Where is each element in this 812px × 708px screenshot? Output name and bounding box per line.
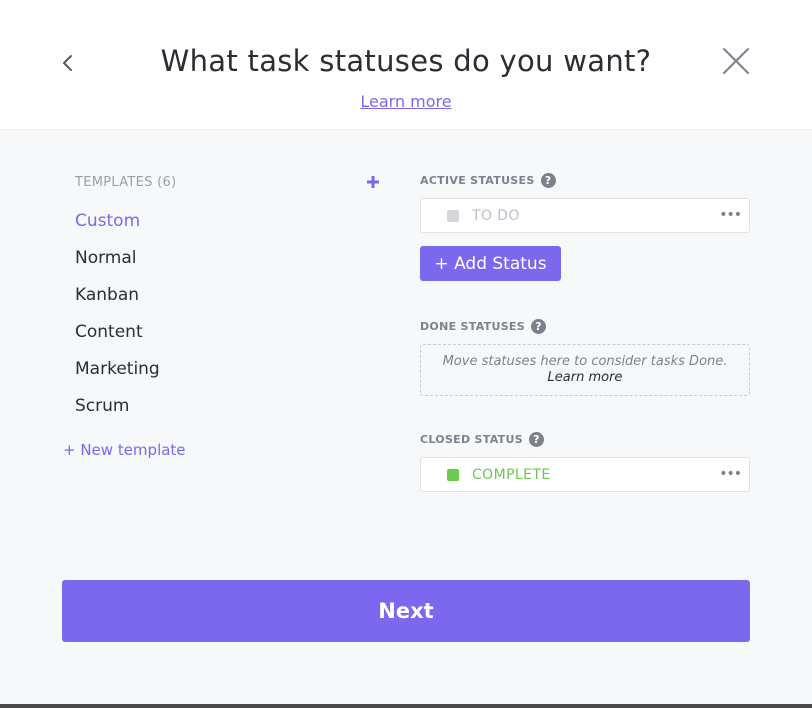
status-color-swatch[interactable] bbox=[447, 209, 459, 222]
done-statuses-label: DONE STATUSES ? bbox=[420, 319, 546, 334]
add-template-button[interactable] bbox=[364, 173, 382, 191]
close-icon bbox=[723, 48, 749, 74]
plus-icon bbox=[367, 176, 379, 188]
help-icon[interactable]: ? bbox=[540, 173, 556, 188]
closed-status-label: CLOSED STATUS ? bbox=[420, 432, 544, 447]
templates-header: TEMPLATES (6) bbox=[75, 175, 177, 190]
modal-header: What task statuses do you want? Learn mo… bbox=[0, 0, 812, 130]
template-item-marketing[interactable]: Marketing bbox=[75, 356, 160, 393]
status-color-swatch[interactable] bbox=[447, 468, 459, 481]
new-template-link[interactable]: + New template bbox=[63, 441, 186, 459]
template-item-content[interactable]: Content bbox=[75, 319, 160, 356]
status-row-complete[interactable]: COMPLETE ••• bbox=[420, 457, 750, 492]
template-item-custom[interactable]: Custom bbox=[75, 208, 160, 245]
done-statuses-text: DONE STATUSES bbox=[420, 320, 525, 333]
page-title: What task statuses do you want? bbox=[160, 44, 652, 78]
drop-zone-hint: Move statuses here to consider tasks Don… bbox=[442, 354, 728, 369]
close-button[interactable] bbox=[720, 45, 752, 77]
help-icon[interactable]: ? bbox=[530, 319, 546, 334]
learn-more-link[interactable]: Learn more bbox=[360, 92, 451, 111]
next-button[interactable]: Next bbox=[62, 580, 750, 642]
help-icon[interactable]: ? bbox=[528, 432, 544, 447]
status-row-todo[interactable]: TO DO ••• bbox=[420, 198, 750, 233]
add-status-button[interactable]: + Add Status bbox=[420, 246, 561, 281]
drop-zone-learn-more-link[interactable]: Learn more bbox=[421, 370, 749, 386]
templates-list: Custom Normal Kanban Content Marketing S… bbox=[75, 208, 160, 430]
closed-status-text: CLOSED STATUS bbox=[420, 433, 523, 446]
status-name[interactable]: COMPLETE bbox=[472, 467, 551, 483]
more-options-icon[interactable]: ••• bbox=[719, 465, 742, 483]
more-options-icon[interactable]: ••• bbox=[719, 206, 742, 224]
window-bottom-edge bbox=[0, 704, 812, 708]
status-name[interactable]: TO DO bbox=[472, 208, 520, 224]
active-statuses-text: ACTIVE STATUSES bbox=[420, 174, 535, 187]
done-drop-zone[interactable]: Move statuses here to consider tasks Don… bbox=[420, 344, 750, 396]
active-statuses-label: ACTIVE STATUSES ? bbox=[420, 173, 556, 188]
template-item-scrum[interactable]: Scrum bbox=[75, 393, 160, 430]
learn-more-container: Learn more bbox=[0, 92, 812, 111]
template-item-normal[interactable]: Normal bbox=[75, 245, 160, 282]
template-item-kanban[interactable]: Kanban bbox=[75, 282, 160, 319]
